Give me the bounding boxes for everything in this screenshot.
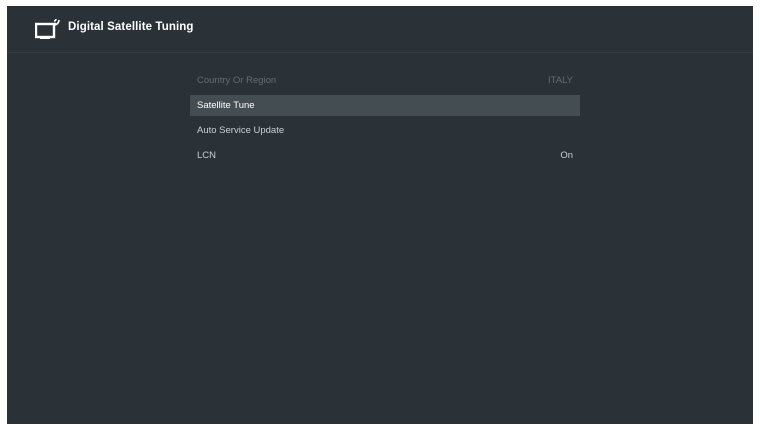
- satellite-tv-icon: [34, 16, 63, 42]
- menu-item-label: LCN: [197, 150, 217, 161]
- page-title: Digital Satellite Tuning: [68, 21, 194, 33]
- menu-item-label: Country Or Region: [197, 75, 277, 86]
- menu-item-country-or-region: Country Or Region ITALY: [190, 70, 580, 91]
- menu-item-label: Satellite Tune: [197, 100, 255, 111]
- header-bar: Digital Satellite Tuning: [7, 6, 753, 53]
- menu-item-label: Auto Service Update: [197, 125, 285, 136]
- menu-item-value: ITALY: [548, 75, 573, 86]
- menu-item-value: On: [560, 150, 573, 161]
- tv-screen: Digital Satellite Tuning Country Or Regi…: [7, 6, 753, 424]
- menu-item-satellite-tune[interactable]: Satellite Tune: [190, 95, 580, 116]
- menu-item-auto-service-update[interactable]: Auto Service Update: [190, 120, 580, 141]
- menu-item-lcn[interactable]: LCN On: [190, 145, 580, 166]
- settings-menu: Country Or Region ITALY Satellite Tune A…: [190, 70, 580, 170]
